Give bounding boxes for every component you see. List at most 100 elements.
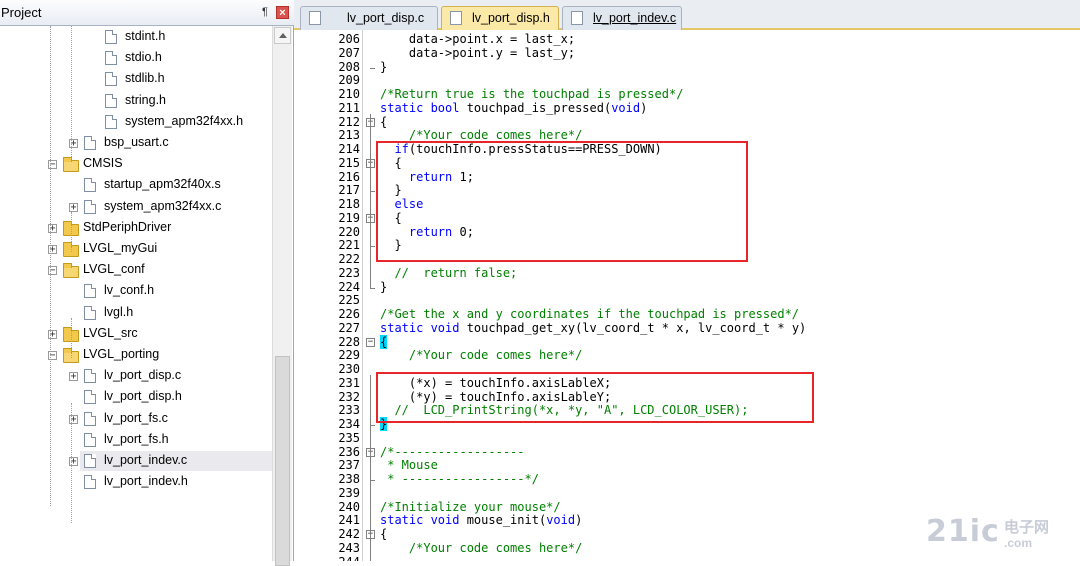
file-icon <box>84 411 96 426</box>
tree-item[interactable]: system_apm32f4xx.c <box>80 197 272 217</box>
tree-item[interactable]: LVGL_conf <box>59 260 272 280</box>
scroll-up-arrow-icon[interactable] <box>274 27 291 44</box>
tree-item[interactable]: StdPeriphDriver <box>59 218 272 238</box>
file-icon <box>84 475 96 490</box>
tree-item-label: lv_port_fs.h <box>104 431 169 446</box>
line-number: 219 <box>338 210 360 225</box>
line-number: 237 <box>338 458 360 473</box>
folder-open-icon <box>63 157 79 173</box>
tree-guide-line <box>71 403 72 523</box>
code-line[interactable]: /*Return true is the touchpad is pressed… <box>380 87 683 102</box>
tree-item[interactable]: bsp_usart.c <box>80 133 272 153</box>
tree-item[interactable]: lv_port_fs.h <box>80 430 272 450</box>
file-icon <box>309 11 321 25</box>
code-line[interactable]: // return false; <box>380 266 517 281</box>
tree-guide-line <box>50 26 51 506</box>
tree-item[interactable]: system_apm32f4xx.h <box>101 112 272 132</box>
code-editor[interactable]: 206 207 208 209 210 211 212 213 214 215 216 217 218 2… <box>294 30 1080 561</box>
line-number: 217 <box>338 183 360 198</box>
tree-item-label: LVGL_myGui <box>83 241 158 255</box>
line-number: 214 <box>338 142 360 156</box>
file-icon <box>84 284 96 299</box>
expand-icon[interactable]: + <box>69 372 78 382</box>
code-line[interactable]: /*Your code comes here*/ <box>380 348 582 363</box>
code-line[interactable]: /*Initialize your mouse*/ <box>380 500 561 515</box>
code-line[interactable]: /*Get the x and y coordinates if the tou… <box>380 307 799 322</box>
watermark-logo: 21ic 电子网 .com <box>926 514 1076 556</box>
brace-match-highlight: { <box>380 334 388 349</box>
tab-lv-port-disp-h[interactable]: lv_port_disp.h <box>441 6 559 30</box>
tree-item[interactable]: stdint.h <box>101 27 272 47</box>
highlight-box-get-xy <box>376 372 814 423</box>
code-line[interactable]: /*Your code comes here*/ <box>380 541 582 556</box>
file-icon <box>450 11 462 25</box>
code-line[interactable]: static void mouse_init(void) <box>380 513 582 528</box>
tree-item[interactable]: CMSIS <box>59 154 272 174</box>
line-number: 211 <box>338 100 360 115</box>
file-icon <box>84 454 96 468</box>
close-icon[interactable]: × <box>276 6 289 19</box>
fold-margin <box>362 30 376 561</box>
tree-item-label: LVGL_conf <box>83 262 145 277</box>
tree-item[interactable]: lv_port_indev.h <box>80 472 272 492</box>
scrollbar-thumb[interactable] <box>275 356 290 566</box>
keyword-token: void <box>611 100 641 115</box>
project-tree: stdint.h stdio.h stdlib.h string.h system_ap… <box>0 26 272 561</box>
code-line[interactable]: * Mouse <box>380 458 438 473</box>
code-line[interactable]: static bool touchpad_is_pressed(void) <box>380 100 647 116</box>
tree-item[interactable]: LVGL_porting <box>59 345 272 365</box>
code-line[interactable]: /*------------------ <box>380 445 525 460</box>
line-number: 230 <box>338 362 360 376</box>
tree-item[interactable]: lv_conf.h <box>80 281 272 301</box>
project-panel-title: Project <box>1 5 42 20</box>
tree-item[interactable]: LVGL_myGui <box>59 239 272 259</box>
code-line[interactable]: } <box>380 280 387 295</box>
keyword-token: static void <box>380 320 460 335</box>
fold-collapse-icon[interactable]: − <box>366 337 375 347</box>
tree-guide-line <box>71 26 72 161</box>
file-icon <box>84 178 96 193</box>
tree-item-label: system_apm32f4xx.h <box>125 113 244 128</box>
code-line[interactable]: { <box>380 527 387 542</box>
line-number: 229 <box>338 348 360 363</box>
tab-lv-port-disp-c[interactable]: lv_port_disp.c <box>300 6 438 30</box>
line-number: 235 <box>338 430 360 445</box>
fold-guide-line <box>370 457 371 561</box>
keyword-token: static bool <box>380 100 460 115</box>
line-number: 224 <box>338 279 360 294</box>
file-icon <box>105 72 117 87</box>
line-number: 216 <box>338 169 360 184</box>
code-line[interactable]: data->point.y = last_y; <box>380 46 575 61</box>
expand-icon[interactable]: + <box>69 202 78 212</box>
tree-item-label: StdPeriphDriver <box>83 219 172 234</box>
line-number: 243 <box>338 540 360 555</box>
tree-item[interactable]: lv_port_fs.c <box>80 409 272 429</box>
code-line[interactable]: * -----------------*/ <box>380 472 539 487</box>
file-icon <box>84 432 96 447</box>
tree-item-label: stdint.h <box>125 29 166 43</box>
pin-icon[interactable]: ¶ <box>259 5 271 19</box>
tree-item[interactable]: lv_port_indev.c <box>80 451 272 471</box>
tree-guide-line <box>71 212 72 252</box>
file-icon <box>84 136 96 150</box>
code-line[interactable]: { <box>380 115 387 130</box>
tab-lv-port-indev-c[interactable]: lv_port_indev.c <box>562 6 682 30</box>
line-number: 209 <box>338 73 360 88</box>
line-number: 213 <box>338 128 360 143</box>
code-line[interactable]: static void touchpad_get_xy(lv_coord_t *… <box>380 320 806 336</box>
tree-item[interactable]: string.h <box>101 91 272 111</box>
tree-item[interactable]: lvgl.h <box>80 303 272 323</box>
code-line[interactable]: { <box>380 334 388 350</box>
tree-item[interactable]: startup_apm32f40x.s <box>80 175 272 195</box>
code-line[interactable]: data->point.x = last_x; <box>380 32 575 47</box>
tree-item-label: lv_port_fs.c <box>104 410 168 425</box>
line-number: 220 <box>338 224 360 239</box>
project-tree-scrollbar[interactable] <box>272 26 292 566</box>
line-number: 241 <box>338 513 360 528</box>
tree-item[interactable]: stdlib.h <box>101 69 272 89</box>
tree-item[interactable]: lv_port_disp.c <box>80 366 272 386</box>
tree-item[interactable]: LVGL_src <box>59 324 272 344</box>
tree-item[interactable]: lv_port_disp.h <box>80 387 272 407</box>
code-line[interactable]: } <box>380 60 387 75</box>
tree-item[interactable]: stdio.h <box>101 48 272 68</box>
